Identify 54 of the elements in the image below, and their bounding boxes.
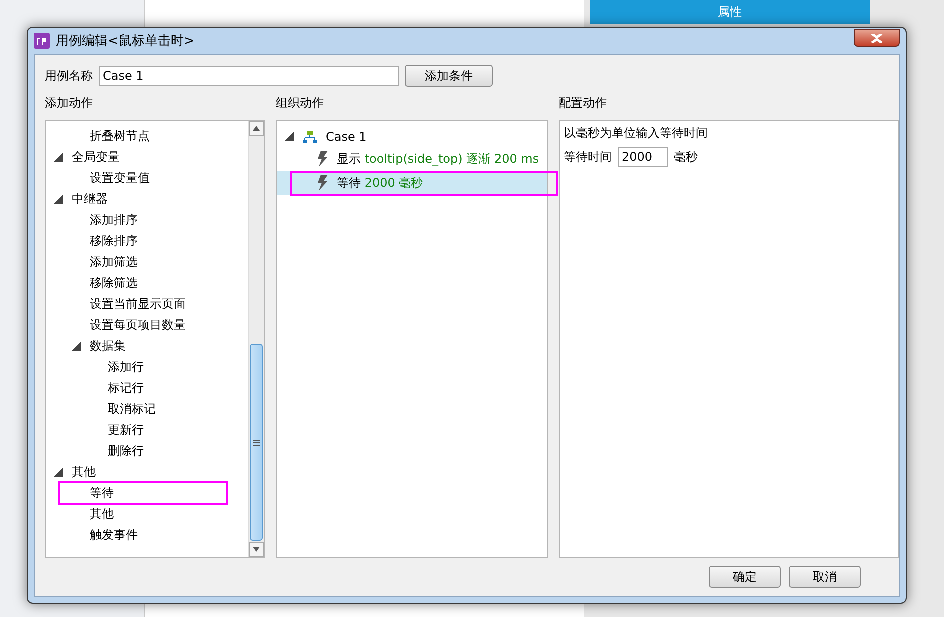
action-item[interactable]: 移除排序: [90, 233, 138, 250]
close-button[interactable]: [854, 29, 900, 47]
unit-label: 毫秒: [674, 148, 698, 166]
action-item[interactable]: 添加行: [108, 359, 144, 376]
scroll-down-icon[interactable]: [253, 547, 260, 552]
field-label: 等待时间: [564, 148, 612, 166]
action-item[interactable]: 等待: [90, 485, 114, 502]
section-heading: 添加动作: [45, 95, 94, 112]
case-name-field[interactable]: Case 1: [99, 66, 399, 86]
action-item[interactable]: 删除行: [108, 443, 144, 460]
scroll-up-icon[interactable]: [253, 126, 260, 131]
tree-group-label[interactable]: 其他: [72, 464, 96, 481]
cancel-button[interactable]: 取消: [789, 566, 861, 588]
field-label: 用例名称: [45, 68, 93, 84]
section-heading: 配置动作: [559, 95, 608, 112]
close-icon: [871, 34, 883, 42]
action-item[interactable]: 移除筛选: [90, 275, 138, 292]
add-condition-button[interactable]: 添加条件: [405, 65, 493, 87]
tree-group-label[interactable]: 全局变量: [72, 149, 120, 166]
action-item[interactable]: 设置每页项目数量: [90, 317, 186, 334]
action-item[interactable]: 添加排序: [90, 212, 138, 229]
case-label[interactable]: Case 1: [326, 130, 367, 144]
action-item[interactable]: 其他: [90, 506, 114, 523]
collapse-triangle-icon[interactable]: [72, 342, 81, 351]
collapse-triangle-icon[interactable]: [54, 468, 63, 477]
collapse-triangle-icon[interactable]: [54, 153, 63, 162]
lightning-icon: [317, 151, 329, 167]
action-verb: 等待: [337, 176, 361, 190]
grip-icon[interactable]: [253, 440, 260, 446]
action-item[interactable]: 设置变量值: [90, 170, 150, 187]
action-item[interactable]: 标记行: [108, 380, 144, 397]
tree-group-label[interactable]: 中继器: [72, 191, 108, 208]
hint-text: 以毫秒为单位输入等待时间: [564, 125, 709, 142]
action-item[interactable]: 取消标记: [108, 401, 156, 418]
collapse-triangle-icon[interactable]: [285, 132, 294, 141]
action-verb: 显示: [337, 152, 361, 166]
tree-group-label[interactable]: 数据集: [90, 338, 126, 355]
action-item[interactable]: 触发事件: [90, 527, 138, 544]
wait-time-field[interactable]: 2000: [618, 147, 668, 167]
action-item[interactable]: 更新行: [108, 422, 144, 439]
app-logo-icon: [34, 33, 50, 49]
action-row[interactable]: 显示 tooltip(side_top) 逐渐 200 ms: [277, 147, 547, 171]
section-heading: 组织动作: [276, 95, 325, 112]
action-detail: tooltip(side_top) 逐渐 200 ms: [364, 152, 540, 166]
ok-button[interactable]: 确定: [709, 566, 781, 588]
case-tree-icon: [303, 130, 317, 142]
scrollbar[interactable]: [248, 121, 264, 557]
action-item[interactable]: 折叠树节点: [90, 128, 150, 145]
lightning-icon: [317, 175, 329, 191]
action-item[interactable]: 设置当前显示页面: [90, 296, 186, 313]
action-item[interactable]: 添加筛选: [90, 254, 138, 271]
action-detail: 2000 毫秒: [364, 176, 424, 190]
dialog-title: 用例编辑<鼠标单击时>: [56, 33, 195, 50]
collapse-triangle-icon[interactable]: [54, 195, 63, 204]
